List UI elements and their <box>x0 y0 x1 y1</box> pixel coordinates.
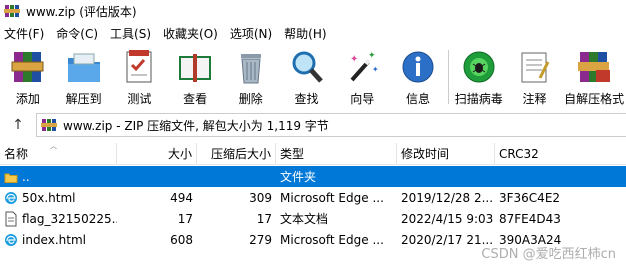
archive-path: www.zip - ZIP 压缩文件, 解包大小为 1,119 字节 <box>63 118 329 133</box>
file-modified <box>397 166 495 187</box>
zip-archive-icon <box>41 119 57 131</box>
view-book-icon <box>179 54 212 82</box>
edge-html-icon <box>5 233 17 246</box>
file-crc <box>495 166 626 187</box>
column-name[interactable]: 名称 ︿ <box>0 141 117 165</box>
wizard-button[interactable]: ✦ ✦ ✦ 向导 <box>334 44 390 110</box>
watermark: CSDN @爱吃西红柿cn <box>481 247 616 262</box>
toolbar: 添加 解压到 测试 查看 删除 查找 ✦ ✦ ✦ 向导 信息 扫描病毒 注释 自… <box>0 44 626 110</box>
delete-button[interactable]: 删除 <box>223 44 279 110</box>
view-button[interactable]: 查看 <box>167 44 223 110</box>
sfx-label: 自解压格式 <box>564 92 625 106</box>
text-file-icon <box>5 211 17 226</box>
info-button[interactable]: 信息 <box>390 44 446 110</box>
table-row[interactable]: 50x.html 494 309 Microsoft Edge ... 2019… <box>0 187 626 208</box>
file-name: flag_32150225... <box>22 211 117 226</box>
title-bar: www.zip (评估版本) <box>0 0 626 22</box>
file-size: 494 <box>170 190 193 205</box>
winrar-app-icon <box>4 5 20 17</box>
file-packed-size: 279 <box>249 232 272 247</box>
file-size: 17 <box>177 211 193 226</box>
delete-label: 删除 <box>238 92 263 106</box>
table-row[interactable]: .. 文件夹 <box>0 166 626 187</box>
address-bar: ↑ www.zip - ZIP 压缩文件, 解包大小为 1,119 字节 <box>0 112 626 138</box>
menu-favorites[interactable]: 收藏夹(O) <box>159 25 226 42</box>
virus-scan-icon <box>463 51 495 83</box>
wizard-label: 向导 <box>350 92 375 106</box>
find-button[interactable]: 查找 <box>279 44 335 110</box>
file-size: 608 <box>170 232 193 247</box>
add-button[interactable]: 添加 <box>0 44 56 110</box>
trash-icon <box>240 54 261 84</box>
column-type[interactable]: 类型 <box>276 142 397 165</box>
folder-up-icon <box>4 173 18 183</box>
file-name: .. <box>22 169 30 184</box>
add-label: 添加 <box>15 92 40 106</box>
file-list-header: 名称 ︿ 大小 压缩后大小 类型 修改时间 CRC32 <box>0 141 626 165</box>
file-name: 50x.html <box>22 190 76 205</box>
window-title: www.zip (评估版本) <box>26 4 137 19</box>
find-label: 查找 <box>294 92 319 106</box>
file-crc: 3F36C4E2 <box>499 190 561 205</box>
wizard-wand-icon: ✦ ✦ ✦ <box>350 51 379 82</box>
comment-button[interactable]: 注释 <box>507 44 563 110</box>
menu-tools[interactable]: 工具(S) <box>106 25 159 42</box>
extract-to-icon <box>67 53 100 82</box>
file-type: 文本文档 <box>280 212 329 226</box>
menu-help[interactable]: 帮助(H) <box>280 25 334 42</box>
extract-to-button[interactable]: 解压到 <box>56 44 112 110</box>
menu-commands[interactable]: 命令(C) <box>52 25 106 42</box>
file-type: 文件夹 <box>280 170 317 184</box>
sfx-button[interactable]: 自解压格式 <box>562 44 626 110</box>
file-list: .. 文件夹 50x.html 494 309 Microsoft Edge .… <box>0 166 626 250</box>
svg-text:✦: ✦ <box>372 65 379 74</box>
test-button[interactable]: 测试 <box>111 44 167 110</box>
file-modified: 2022/4/15 9:03 <box>401 211 494 226</box>
virus-scan-button[interactable]: 扫描病毒 <box>451 44 507 110</box>
comment-icon <box>521 52 550 83</box>
toolbar-separator <box>447 50 449 104</box>
file-type: Microsoft Edge ... <box>280 190 384 205</box>
file-packed-size: 309 <box>249 190 272 205</box>
file-modified: 2019/12/28 2... <box>401 190 494 205</box>
svg-text:✦: ✦ <box>350 54 358 65</box>
file-modified: 2020/2/17 21... <box>401 232 494 247</box>
view-label: 查看 <box>183 92 208 106</box>
sfx-icon <box>578 52 611 82</box>
column-packed-size[interactable]: 压缩后大小 <box>197 142 276 165</box>
file-crc: 87FE4D43 <box>499 211 561 226</box>
file-name: index.html <box>22 232 86 247</box>
extract-to-label: 解压到 <box>65 92 102 106</box>
magnifier-icon <box>292 51 323 83</box>
file-size <box>117 166 197 187</box>
comment-label: 注释 <box>522 92 547 106</box>
virus-scan-label: 扫描病毒 <box>454 92 503 106</box>
menu-file[interactable]: 文件(F) <box>0 25 52 42</box>
info-label: 信息 <box>406 92 431 106</box>
menu-bar: 文件(F) 命令(C) 工具(S) 收藏夹(O) 选项(N) 帮助(H) <box>0 22 626 44</box>
menu-options[interactable]: 选项(N) <box>226 25 280 42</box>
table-row[interactable]: flag_32150225... 17 17 文本文档 2022/4/15 9:… <box>0 208 626 229</box>
column-crc[interactable]: CRC32 <box>495 143 626 165</box>
info-icon <box>402 51 434 83</box>
test-archive-icon <box>126 50 152 83</box>
file-packed-size: 17 <box>256 211 272 226</box>
file-type: Microsoft Edge ... <box>280 232 384 247</box>
column-name-label: 名称 <box>4 147 29 161</box>
add-archive-icon <box>11 52 44 82</box>
column-modified[interactable]: 修改时间 <box>397 142 495 165</box>
path-box[interactable]: www.zip - ZIP 压缩文件, 解包大小为 1,119 字节 <box>36 113 626 137</box>
svg-text:✦: ✦ <box>368 51 376 61</box>
sort-up-icon: ︿ <box>50 141 57 150</box>
test-label: 测试 <box>127 92 152 106</box>
up-arrow-icon[interactable]: ↑ <box>0 117 36 133</box>
edge-html-icon <box>5 191 17 204</box>
file-packed-size <box>197 166 276 187</box>
column-size[interactable]: 大小 <box>117 142 197 165</box>
